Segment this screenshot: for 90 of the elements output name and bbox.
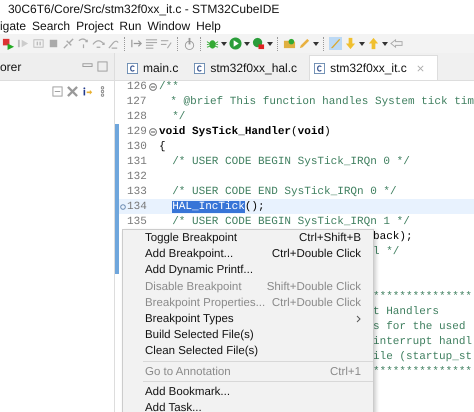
code-comment: /** bbox=[159, 80, 179, 92]
code-line: back); bbox=[373, 230, 413, 242]
code-comment: /* USER CODE BEGIN SysTick_IRQn 0 */ bbox=[171, 156, 410, 168]
line-number: 128 bbox=[127, 110, 148, 122]
c-file-icon bbox=[314, 62, 326, 74]
menu-item[interactable]: igate bbox=[0, 19, 26, 33]
menu-item[interactable]: Search bbox=[32, 19, 70, 33]
code-comment: *************** bbox=[373, 366, 472, 378]
menu-item[interactable]: Help bbox=[196, 19, 221, 33]
menu-item-label: Add Bookmark... bbox=[145, 386, 232, 398]
line-number: 132 bbox=[127, 170, 148, 182]
shortcut-label: Ctrl+Double Click bbox=[272, 248, 361, 260]
external-tools-icon[interactable] bbox=[252, 37, 265, 50]
step-over-icon[interactable] bbox=[92, 37, 105, 50]
menu-item[interactable]: Add Bookmark... bbox=[123, 384, 373, 400]
resume-icon[interactable] bbox=[17, 37, 30, 50]
caret-icon[interactable] bbox=[267, 42, 273, 46]
line-number: 130 bbox=[127, 140, 148, 152]
caret-icon[interactable] bbox=[359, 42, 365, 46]
code-comment: l */ bbox=[373, 246, 400, 258]
code-line: void SysTick_Handler(void) bbox=[159, 126, 331, 138]
menu-item-label: Breakpoint Types bbox=[145, 313, 235, 326]
caret-icon[interactable] bbox=[382, 42, 388, 46]
lines-icon[interactable] bbox=[145, 37, 158, 50]
line-number: 131 bbox=[127, 156, 148, 168]
c-file-icon bbox=[127, 62, 138, 74]
line-number: 127 bbox=[126, 96, 148, 108]
menu-item[interactable]: Clean Selected File(s) bbox=[123, 343, 373, 360]
c-file-icon bbox=[194, 62, 206, 74]
menu-item-label: Add Dynamic Printf... bbox=[145, 264, 254, 276]
fold-icon[interactable] bbox=[149, 128, 157, 136]
shortcut-label: Ctrl+Double Click bbox=[272, 296, 361, 309]
menu-item-label: Clean Selected File(s) bbox=[145, 345, 260, 358]
code-comment: s for the used bbox=[373, 320, 466, 332]
step-into-icon[interactable] bbox=[77, 37, 90, 50]
disconnect-icon[interactable] bbox=[62, 37, 75, 50]
editor-tab[interactable]: main.c bbox=[123, 56, 190, 80]
menu-item[interactable]: Toggle Breakpoint Ctrl+Shift+B bbox=[123, 230, 373, 246]
menu-item-label: Add Breakpoint... bbox=[145, 248, 234, 260]
code-comment: */ bbox=[171, 110, 186, 122]
caret-icon[interactable] bbox=[313, 42, 319, 46]
menu-item[interactable]: Window bbox=[147, 19, 190, 33]
menu-item[interactable]: Project bbox=[76, 19, 114, 33]
code-comment: interrupt handl bbox=[373, 336, 472, 348]
menu-item[interactable]: Breakpoint Types bbox=[123, 310, 373, 328]
menu-item[interactable]: Run bbox=[119, 19, 142, 33]
code-comment: *************** bbox=[373, 290, 472, 302]
line-number: 129 bbox=[127, 126, 148, 138]
fold-icon[interactable] bbox=[149, 82, 157, 90]
menu-item[interactable]: Add Task... bbox=[123, 400, 373, 412]
code-comment: /* USER CODE END SysTick_IRQn 0 */ bbox=[171, 186, 397, 198]
line-number: 135 bbox=[127, 216, 148, 228]
menu-item-label: Toggle Breakpoint bbox=[145, 232, 238, 244]
menu-item[interactable]: Add Breakpoint... Ctrl+Double Click bbox=[123, 246, 373, 262]
maximize-icon[interactable] bbox=[97, 61, 108, 72]
arrow-icon[interactable] bbox=[130, 37, 143, 50]
code-comment: * @brief This function handles System tick tim bbox=[169, 96, 474, 108]
debug-icon[interactable] bbox=[2, 37, 15, 50]
code-comment: /* USER CODE BEGIN SysTick_IRQn 1 */ bbox=[171, 216, 410, 228]
code-comment: ile (startup_st bbox=[373, 350, 472, 362]
menu-item-label: Add Task... bbox=[145, 402, 203, 412]
editor-tab[interactable]: stm32f0xx_it.c bbox=[309, 55, 438, 80]
window-title: 30C6T6/Core/Src/stm32f0xx_it.c - STM32CubeIDE bbox=[8, 2, 280, 16]
code-line: HAL_IncTick(); bbox=[171, 200, 265, 212]
menu-item-label: Disable Breakpoint bbox=[145, 280, 243, 293]
menu-item-label: Breakpoint Properties... bbox=[145, 296, 266, 309]
caret-icon[interactable] bbox=[221, 42, 227, 46]
highlight-icon[interactable] bbox=[329, 37, 342, 50]
menu-item-label: Go to Annotation bbox=[145, 366, 232, 378]
filter-icon[interactable] bbox=[67, 86, 78, 96]
shortcut-label: Shift+Double Click bbox=[266, 280, 361, 293]
folder-icon[interactable] bbox=[283, 37, 296, 50]
line-number: 133 bbox=[127, 186, 148, 198]
line-number: 134 bbox=[127, 200, 148, 212]
line-number: 126 bbox=[127, 80, 148, 92]
code-comment: t Handlers bbox=[373, 306, 440, 318]
editor-tab[interactable]: stm32f0xx_hal.c bbox=[190, 56, 310, 80]
code-line: { bbox=[159, 140, 166, 152]
stop-icon[interactable] bbox=[47, 37, 60, 50]
pause-icon[interactable] bbox=[32, 37, 45, 50]
shortcut-label: Ctrl+Shift+B bbox=[299, 232, 361, 244]
collapse-icon[interactable] bbox=[52, 86, 63, 96]
menu-item[interactable]: Add Dynamic Printf... bbox=[123, 262, 373, 279]
menu-item[interactable]: Build Selected File(s) bbox=[123, 327, 373, 344]
menu-item-label: Build Selected File(s) bbox=[145, 329, 255, 342]
shortcut-label: Ctrl+1 bbox=[330, 366, 361, 378]
instruction-icon[interactable] bbox=[160, 37, 173, 50]
info-arrow-icon[interactable] bbox=[82, 86, 93, 96]
caret-icon[interactable] bbox=[244, 42, 250, 46]
close-icon[interactable] bbox=[416, 64, 425, 72]
